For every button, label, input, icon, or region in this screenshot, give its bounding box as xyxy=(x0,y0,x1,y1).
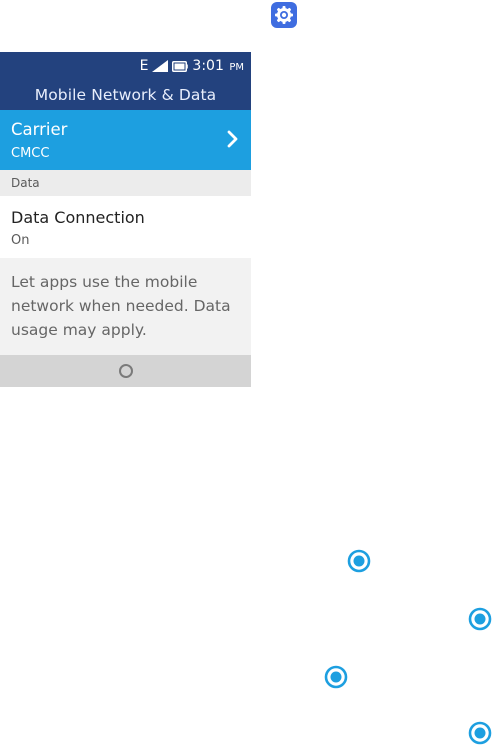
app-header: E 3:01 PM Mobile Network & Data xyxy=(0,52,251,110)
status-time: 3:01 xyxy=(192,58,224,74)
settings-icon[interactable] xyxy=(271,2,297,28)
data-connection-title: Data Connection xyxy=(11,208,145,227)
target-marker-icon[interactable] xyxy=(467,606,493,632)
page-title: Mobile Network & Data xyxy=(34,86,217,104)
status-ampm: PM xyxy=(229,62,244,73)
network-type: E xyxy=(139,58,149,74)
signal-icon xyxy=(152,60,169,72)
target-marker-icon[interactable] xyxy=(323,664,349,690)
carrier-title: Carrier xyxy=(11,120,68,139)
battery-icon xyxy=(172,60,189,72)
data-connection-item[interactable]: Data Connection On xyxy=(0,196,251,258)
description-text: Let apps use the mobile network when nee… xyxy=(0,258,251,355)
carrier-value: CMCC xyxy=(11,146,50,161)
chevron-right-icon xyxy=(227,130,238,148)
softkey-bar xyxy=(0,355,251,387)
target-marker-icon[interactable] xyxy=(346,548,372,574)
target-marker-icon[interactable] xyxy=(467,720,493,746)
data-connection-value: On xyxy=(11,233,30,248)
section-header-data: Data xyxy=(0,170,251,196)
carrier-item[interactable]: Carrier CMCC xyxy=(0,110,251,170)
phone-screen: E 3:01 PM Mobile Network & Data Carrier … xyxy=(0,52,251,387)
circle-icon[interactable] xyxy=(118,364,133,378)
status-bar: E 3:01 PM xyxy=(140,57,244,75)
